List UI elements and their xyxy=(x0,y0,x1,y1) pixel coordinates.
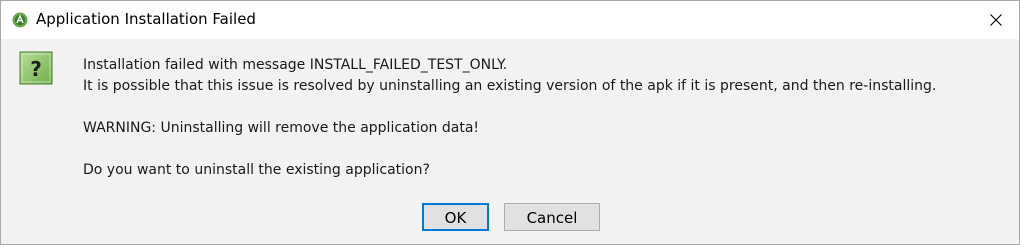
title-bar[interactable]: Application Installation Failed xyxy=(1,1,1019,39)
android-studio-icon xyxy=(12,12,28,28)
message-line-suggestion: It is possible that this issue is resolv… xyxy=(83,78,937,94)
svg-text:?: ? xyxy=(30,57,42,81)
dialog-window: Application Installation Failed ? Instal… xyxy=(0,0,1020,245)
message-text: Installation failed with message INSTALL… xyxy=(83,55,936,181)
close-button[interactable] xyxy=(973,1,1019,39)
question-mark-icon: ? xyxy=(19,51,53,85)
message-line-warning: WARNING: Uninstalling will remove the ap… xyxy=(83,120,480,136)
message-line-error: Installation failed with message INSTALL… xyxy=(83,57,508,73)
dialog-title: Application Installation Failed xyxy=(36,10,256,28)
ok-button[interactable]: OK xyxy=(422,203,489,231)
close-icon xyxy=(990,11,1002,30)
dialog-body: ? Installation failed with message INSTA… xyxy=(1,39,1019,244)
message-line-question: Do you want to uninstall the existing ap… xyxy=(83,162,430,178)
cancel-button[interactable]: Cancel xyxy=(504,203,600,231)
